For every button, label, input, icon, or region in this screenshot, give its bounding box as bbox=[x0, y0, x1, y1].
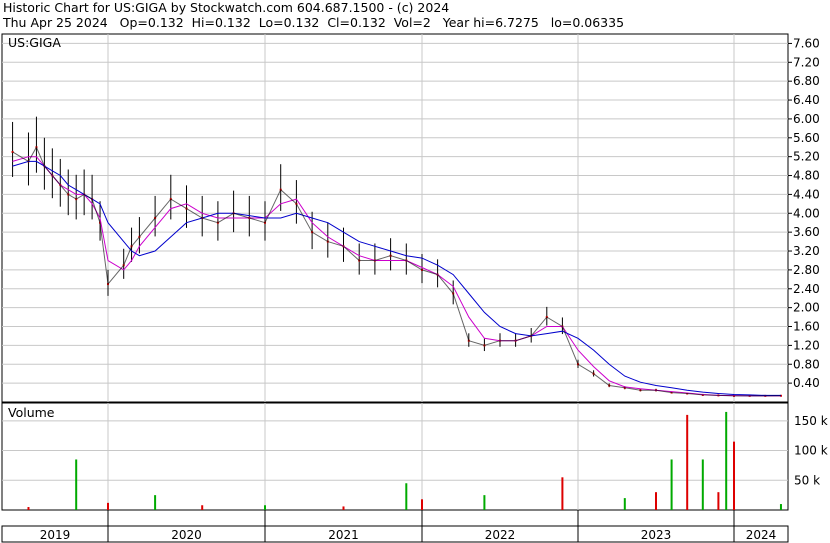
volume-bar bbox=[686, 414, 689, 510]
price-tick-label: 6.40 bbox=[793, 93, 820, 107]
price-tick-label: 4.80 bbox=[793, 169, 820, 183]
price-tick-label: 7.20 bbox=[793, 55, 820, 69]
volume-bar bbox=[75, 459, 78, 510]
price-tick-label: 0.40 bbox=[793, 376, 820, 390]
volume-bar bbox=[107, 502, 109, 510]
volume-bar bbox=[342, 506, 345, 510]
x-axis-year-label: 2023 bbox=[641, 528, 672, 542]
price-tick-label: 0.80 bbox=[793, 357, 820, 371]
volume-bar bbox=[483, 495, 486, 510]
x-axis-year-label: 2020 bbox=[171, 528, 202, 542]
price-tick-label: 1.60 bbox=[793, 320, 820, 334]
volume-panel-label: Volume bbox=[8, 405, 55, 420]
price-tick-label: 7.60 bbox=[793, 36, 820, 50]
volume-bar bbox=[561, 477, 564, 510]
volume-bar bbox=[701, 459, 704, 510]
volume-bar bbox=[264, 505, 266, 510]
volume-bar bbox=[655, 492, 657, 510]
volume-bar bbox=[717, 492, 720, 510]
price-tick-label: 6.80 bbox=[793, 74, 820, 88]
volume-bar bbox=[779, 504, 782, 510]
volume-tick-label: 150 k bbox=[794, 414, 828, 428]
volume-bar bbox=[154, 495, 157, 510]
price-tick-label: 2.00 bbox=[793, 301, 820, 315]
volume-bar bbox=[670, 459, 673, 510]
volume-y-axis: 50 k 100 k 150 k bbox=[794, 414, 828, 487]
price-y-axis: 0.40 0.80 1.20 1.60 2.00 2.40 2.80 3.20 3.60 4.00… bbox=[788, 36, 820, 390]
price-panel-label: US:GIGA bbox=[8, 35, 61, 50]
price-tick-label: 2.40 bbox=[793, 282, 820, 296]
volume-bar bbox=[27, 507, 30, 510]
x-axis-year-label: 2021 bbox=[328, 528, 359, 542]
price-tick-label: 5.20 bbox=[793, 150, 820, 164]
x-axis-year-label: 2022 bbox=[485, 528, 516, 542]
price-tick-label: 2.80 bbox=[793, 263, 820, 277]
volume-bar bbox=[201, 505, 204, 510]
x-axis-year-label: 2024 bbox=[746, 528, 777, 542]
volume-tick-label: 50 k bbox=[794, 473, 820, 487]
x-axis-year-label: 2019 bbox=[40, 528, 71, 542]
price-panel bbox=[1, 33, 789, 403]
price-tick-label: 3.20 bbox=[793, 244, 820, 258]
volume-bar bbox=[725, 411, 728, 510]
stock-chart: 0.40 0.80 1.20 1.60 2.00 2.40 2.80 3.20 3.60 4.00… bbox=[1, 33, 828, 543]
price-tick-label: 1.20 bbox=[793, 338, 820, 352]
price-tick-label: 3.60 bbox=[793, 225, 820, 239]
volume-bar bbox=[733, 441, 735, 510]
price-tick-label: 4.40 bbox=[793, 187, 820, 201]
volume-bar bbox=[405, 483, 408, 510]
volume-panel bbox=[1, 402, 789, 511]
price-tick-label: 5.60 bbox=[793, 131, 820, 145]
volume-bar bbox=[623, 498, 626, 510]
price-tick-label: 6.00 bbox=[793, 112, 820, 126]
volume-bar bbox=[421, 499, 423, 510]
price-tick-label: 4.00 bbox=[793, 206, 820, 220]
volume-tick-label: 100 k bbox=[794, 444, 828, 458]
